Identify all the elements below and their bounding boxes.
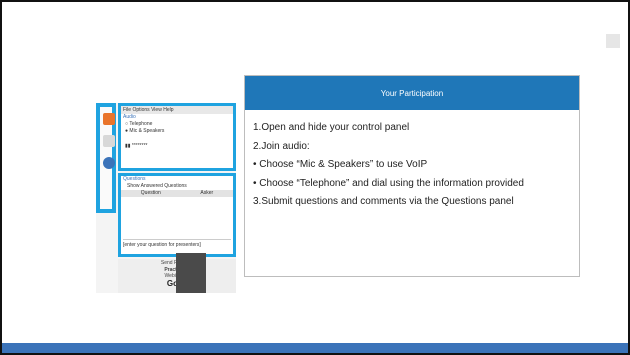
hand-icon[interactable] xyxy=(103,135,115,147)
telephone-option[interactable]: ○ Telephone xyxy=(121,121,233,128)
instruction-line: • Choose “Mic & Speakers” to use VoIP xyxy=(253,159,428,170)
instruction-line: • Choose “Telephone” and dial using the … xyxy=(253,177,524,189)
slide: File Options View Help Audio ○ Telephone… xyxy=(0,0,630,355)
audio-pin: ▮▮ ******** xyxy=(125,143,148,149)
card-title: Your Participation xyxy=(245,76,579,110)
corner-tab xyxy=(606,34,620,48)
participation-card: Your Participation 1.Open and hide your … xyxy=(244,75,580,277)
telephone-label: Telephone xyxy=(129,121,153,127)
audio-header[interactable]: Audio xyxy=(121,114,233,121)
instruction-line: 2.Join audio: xyxy=(253,140,310,152)
card-body: 1.Open and hide your control panel 2.Joi… xyxy=(245,110,579,212)
column-asker[interactable]: Asker xyxy=(200,190,213,197)
questions-columns: Question Asker xyxy=(121,190,233,197)
audio-pane: File Options View Help Audio ○ Telephone… xyxy=(118,103,236,171)
screen-icon[interactable] xyxy=(103,157,115,169)
footer-bar xyxy=(2,343,628,353)
redaction-block xyxy=(176,253,206,293)
question-input[interactable]: [enter your question for presenters] xyxy=(123,239,231,250)
instruction-line: 3.Submit questions and comments via the … xyxy=(253,196,514,207)
control-panel-screenshot: File Options View Help Audio ○ Telephone… xyxy=(96,103,236,293)
panel-rail xyxy=(96,103,116,213)
show-answered-toggle[interactable]: Show Answered Questions xyxy=(121,183,233,190)
menubar[interactable]: File Options View Help xyxy=(121,106,233,114)
questions-pane: Questions Show Answered Questions Questi… xyxy=(118,173,236,257)
instruction-line: 1.Open and hide your control panel xyxy=(253,122,410,133)
mic-speakers-label: Mic & Speakers xyxy=(129,128,165,134)
column-question[interactable]: Question xyxy=(141,190,161,197)
questions-header[interactable]: Questions xyxy=(121,176,233,183)
mic-speakers-option[interactable]: ● Mic & Speakers xyxy=(121,128,233,135)
orange-arrow-icon[interactable] xyxy=(103,113,115,125)
